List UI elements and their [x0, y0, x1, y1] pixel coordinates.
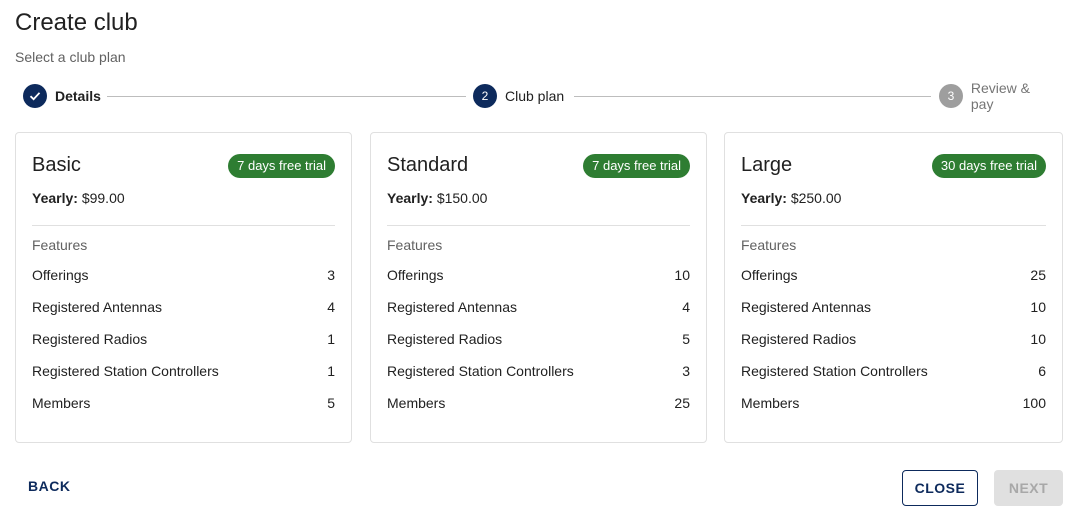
feature-label: Offerings: [32, 267, 89, 283]
feature-label: Registered Station Controllers: [741, 363, 928, 379]
price-value: $99.00: [81, 190, 125, 206]
feature-row: Registered Antennas 4: [387, 299, 690, 319]
price-value: $150.00: [436, 190, 488, 206]
step-review-pay[interactable]: 3 Review & pay: [939, 80, 1056, 112]
feature-row: Offerings 3: [32, 267, 335, 287]
feature-row: Registered Antennas 10: [741, 299, 1046, 319]
feature-value: 1: [327, 331, 335, 347]
feature-row: Registered Station Controllers 1: [32, 363, 335, 383]
feature-value: 100: [1022, 395, 1046, 411]
feature-row: Members 25: [387, 395, 690, 415]
price-label: Yearly:: [387, 190, 433, 206]
close-button[interactable]: CLOSE: [902, 470, 978, 506]
feature-value: 10: [1030, 331, 1046, 347]
feature-label: Members: [32, 395, 91, 411]
back-button[interactable]: BACK: [16, 470, 82, 502]
page-subtitle: Select a club plan: [15, 49, 126, 65]
feature-row: Members 5: [32, 395, 335, 415]
trial-badge: 7 days free trial: [228, 154, 335, 178]
step-connector: [574, 96, 931, 97]
step-label-club-plan: Club plan: [505, 88, 565, 104]
step-number-2: 2: [473, 84, 497, 108]
feature-row: Registered Station Controllers 3: [387, 363, 690, 383]
step-connector: [107, 96, 466, 97]
feature-label: Registered Radios: [32, 331, 148, 347]
price-label: Yearly:: [741, 190, 787, 206]
feature-label: Registered Radios: [387, 331, 503, 347]
step-club-plan[interactable]: 2 Club plan: [473, 83, 564, 109]
feature-label: Registered Antennas: [387, 299, 517, 315]
plan-card-standard[interactable]: Standard 7 days free trial Yearly: $150.…: [370, 132, 707, 443]
feature-row: Members 100: [741, 395, 1046, 415]
step-label-details: Details: [55, 88, 101, 104]
feature-label: Registered Antennas: [32, 299, 162, 315]
feature-value: 25: [1030, 267, 1046, 283]
step-details[interactable]: Details: [23, 83, 101, 109]
feature-label: Registered Radios: [741, 331, 857, 347]
price-label: Yearly:: [32, 190, 78, 206]
divider: [32, 225, 335, 226]
feature-value: 4: [682, 299, 690, 315]
feature-value: 5: [327, 395, 335, 411]
feature-row: Registered Station Controllers 6: [741, 363, 1046, 383]
feature-value: 3: [327, 267, 335, 283]
feature-row: Registered Antennas 4: [32, 299, 335, 319]
feature-value: 4: [327, 299, 335, 315]
feature-value: 25: [674, 395, 690, 411]
plan-price: Yearly: $99.00: [32, 190, 125, 206]
stepper: Details 2 Club plan 3 Review & pay: [23, 80, 1056, 112]
plan-name: Standard: [387, 154, 469, 176]
plan-name: Large: [741, 154, 793, 176]
trial-badge: 7 days free trial: [583, 154, 690, 178]
feature-label: Offerings: [741, 267, 798, 283]
feature-row: Offerings 25: [741, 267, 1046, 287]
page-title: Create club: [15, 9, 138, 36]
feature-value: 5: [682, 331, 690, 347]
divider: [741, 225, 1046, 226]
plan-price: Yearly: $150.00: [387, 190, 487, 206]
plan-card-large[interactable]: Large 30 days free trial Yearly: $250.00…: [724, 132, 1063, 443]
features-heading: Features: [32, 237, 88, 253]
feature-value: 10: [674, 267, 690, 283]
feature-label: Members: [741, 395, 800, 411]
feature-label: Registered Station Controllers: [32, 363, 219, 379]
feature-row: Registered Radios 10: [741, 331, 1046, 351]
feature-row: Offerings 10: [387, 267, 690, 287]
features-heading: Features: [387, 237, 443, 253]
feature-value: 10: [1030, 299, 1046, 315]
feature-value: 6: [1038, 363, 1046, 379]
feature-label: Registered Station Controllers: [387, 363, 574, 379]
feature-label: Members: [387, 395, 446, 411]
feature-value: 1: [327, 363, 335, 379]
feature-label: Offerings: [387, 267, 444, 283]
feature-row: Registered Radios 5: [387, 331, 690, 351]
feature-label: Registered Antennas: [741, 299, 871, 315]
plan-price: Yearly: $250.00: [741, 190, 841, 206]
features-heading: Features: [741, 237, 797, 253]
divider: [387, 225, 690, 226]
feature-row: Registered Radios 1: [32, 331, 335, 351]
next-button[interactable]: NEXT: [994, 470, 1063, 506]
step-label-review-pay: Review & pay: [970, 80, 1031, 112]
check-icon: [23, 84, 47, 108]
plan-card-basic[interactable]: Basic 7 days free trial Yearly: $99.00 F…: [15, 132, 352, 443]
step-number-3: 3: [939, 84, 963, 108]
price-value: $250.00: [790, 190, 842, 206]
plan-name: Basic: [32, 154, 81, 176]
trial-badge: 30 days free trial: [931, 154, 1046, 178]
feature-value: 3: [682, 363, 690, 379]
